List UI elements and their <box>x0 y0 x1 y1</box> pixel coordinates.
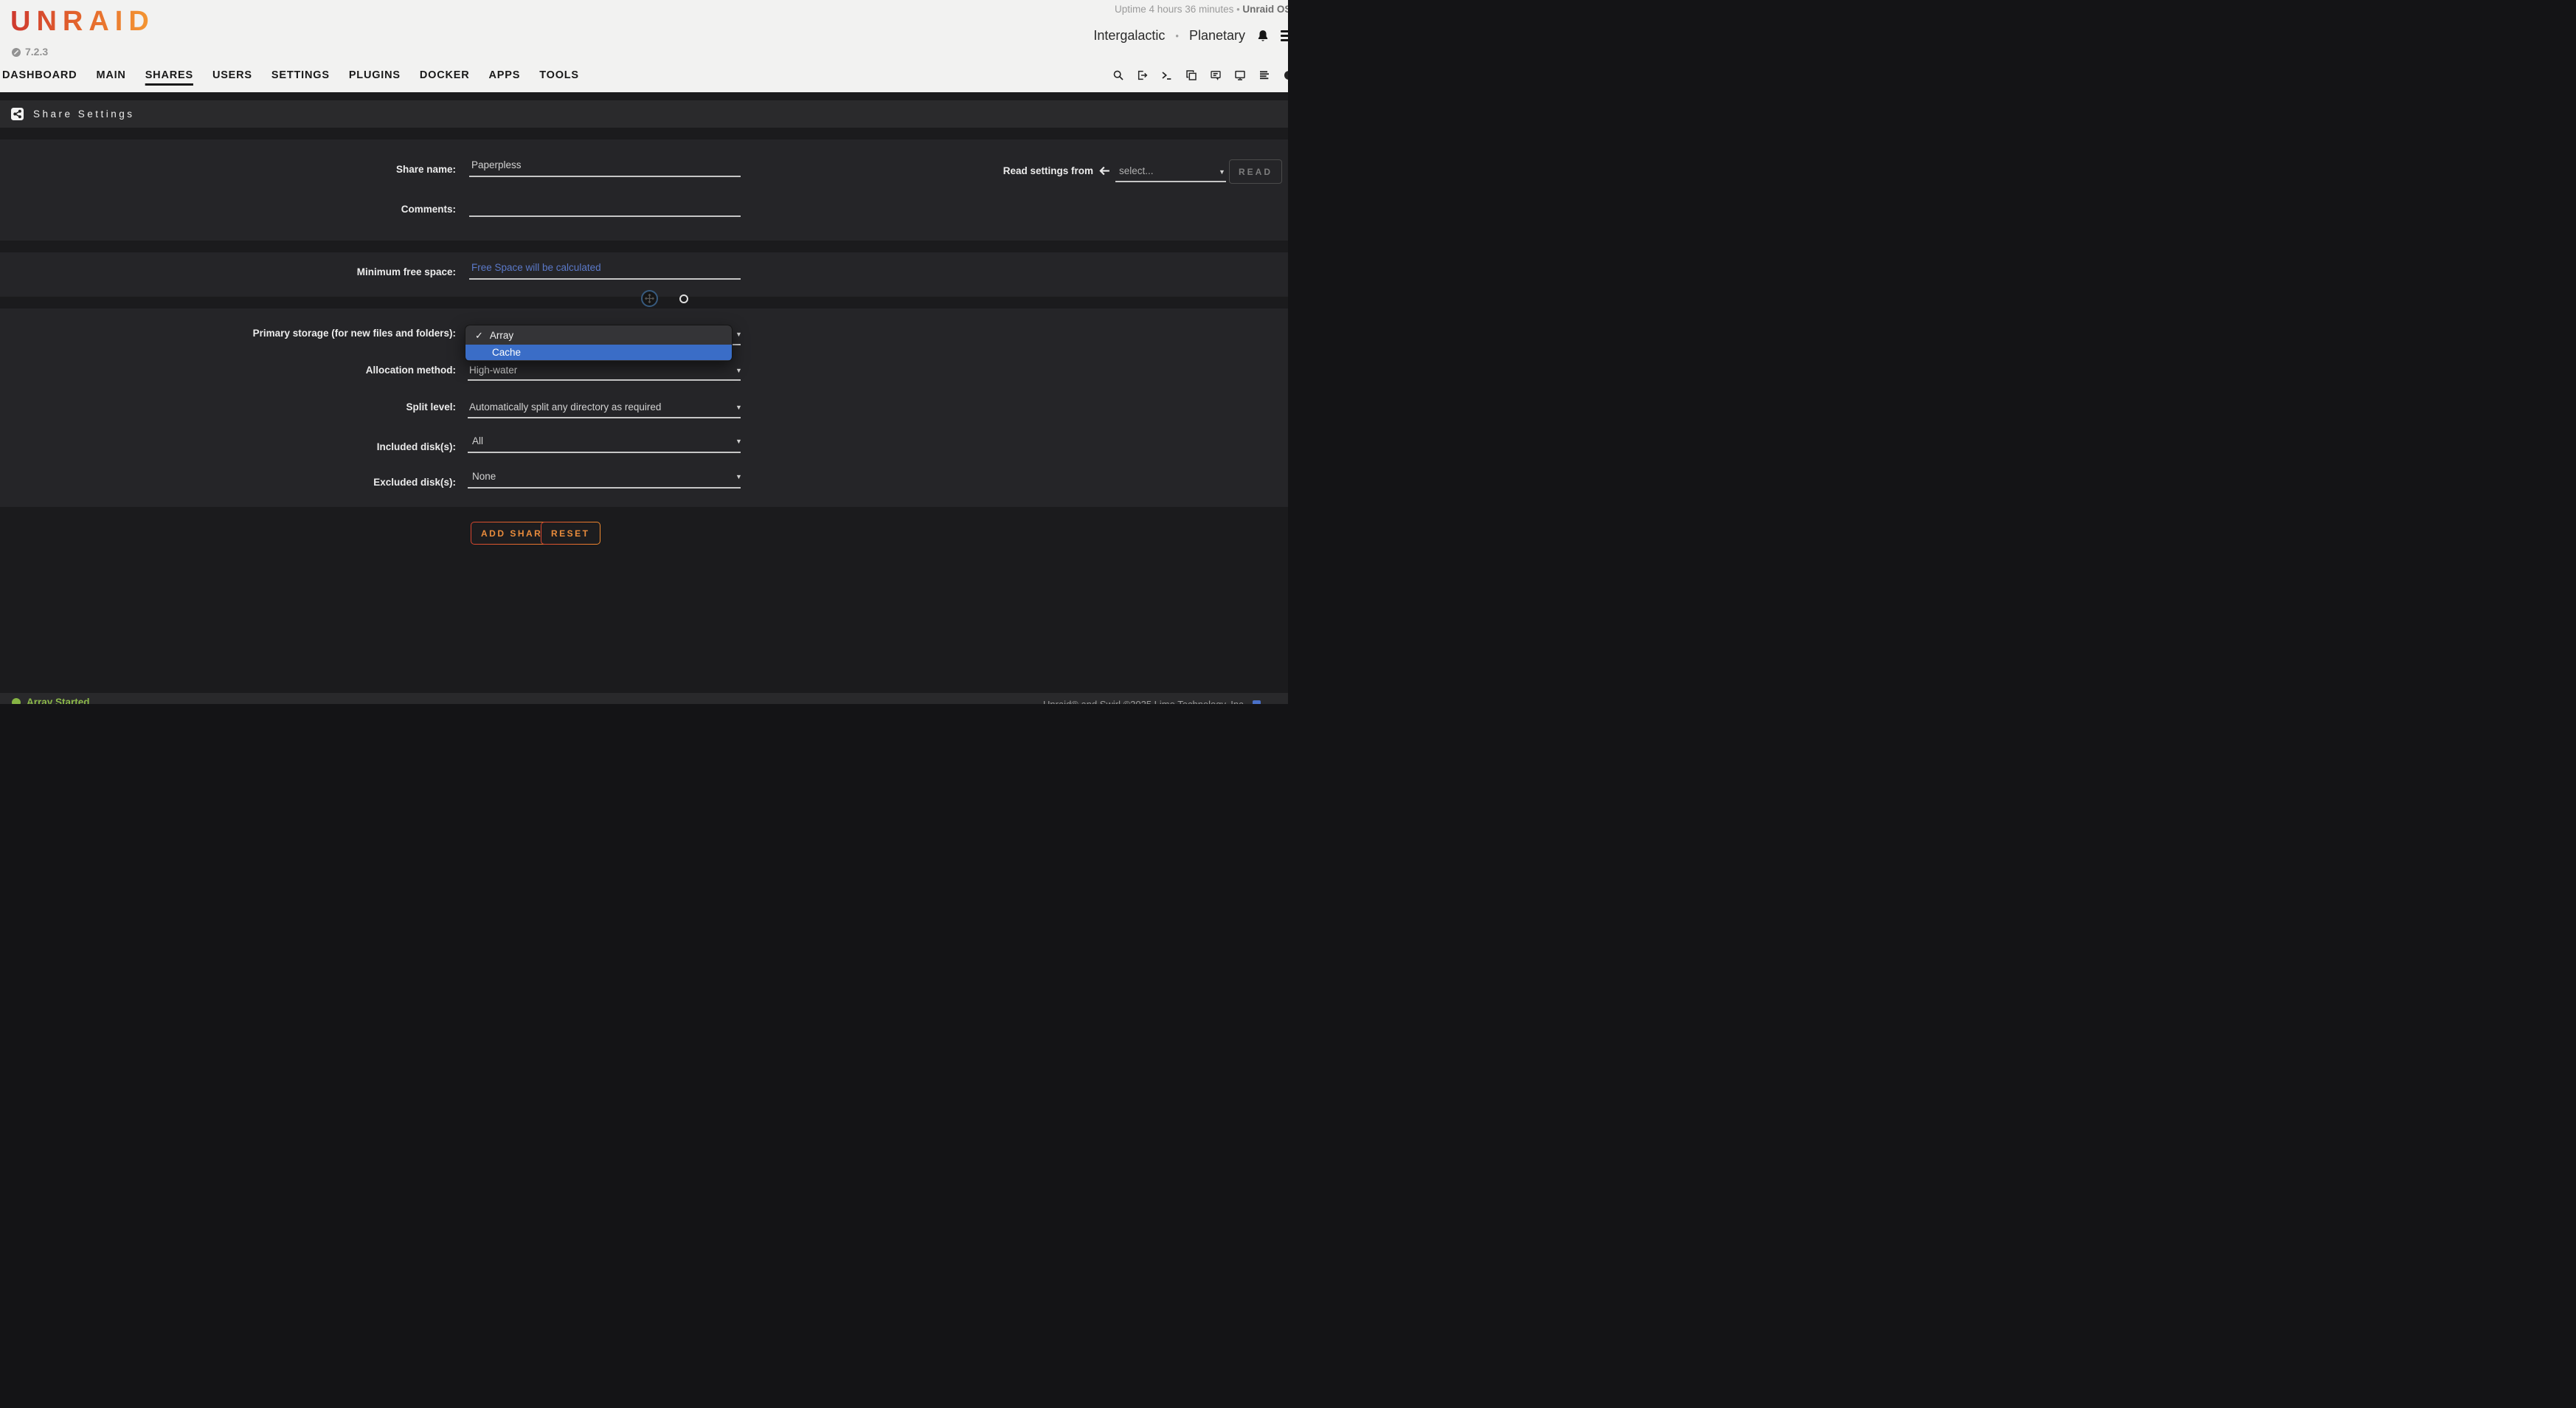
server-identity: Intergalactic • Planetary <box>1093 28 1288 44</box>
display-icon[interactable] <box>1234 69 1246 81</box>
uptime-separator: • <box>1236 4 1240 15</box>
move-cursor-icon <box>641 290 658 307</box>
nav-item-shares[interactable]: SHARES <box>145 69 193 81</box>
theme-icon[interactable] <box>1283 69 1288 81</box>
allocation-method-label: Allocation method: <box>0 365 456 376</box>
split-level-label: Split level: <box>0 401 456 413</box>
nav-item-main[interactable]: MAIN <box>96 69 125 81</box>
option-label: Array <box>490 330 513 341</box>
page-title-bar: Share Settings <box>0 100 1288 128</box>
notifications-bell-icon[interactable] <box>1256 29 1270 44</box>
excluded-disks-label: Excluded disk(s): <box>0 477 456 488</box>
excluded-disks-caret-icon[interactable]: ▼ <box>735 473 742 480</box>
arrow-left-icon <box>1098 165 1111 181</box>
nav-item-settings[interactable]: SETTINGS <box>271 69 330 81</box>
server-separator: • <box>1175 30 1179 41</box>
allocation-method-caret-icon[interactable]: ▼ <box>735 367 742 374</box>
included-disks-select[interactable]: All <box>472 435 483 446</box>
read-settings-select[interactable]: select... <box>1119 165 1154 176</box>
sign-out-icon[interactable] <box>1137 69 1149 81</box>
server-name: Intergalactic <box>1093 28 1165 44</box>
read-settings-caret-icon[interactable]: ▼ <box>1219 168 1225 176</box>
main-nav: DASHBOARD MAIN SHARES USERS SETTINGS PLU… <box>0 58 579 92</box>
nav-item-plugins[interactable]: PLUGINS <box>349 69 401 81</box>
min-free-space-input[interactable] <box>469 262 741 280</box>
included-disks-caret-icon[interactable]: ▼ <box>735 438 742 445</box>
top-header: UNRAID 7.2.3 Uptime 4 hours 36 minutes •… <box>0 0 1288 92</box>
nav-item-docker[interactable]: DOCKER <box>420 69 470 81</box>
comments-label: Comments: <box>0 204 456 215</box>
nav-item-apps[interactable]: APPS <box>489 69 521 81</box>
split-level-select[interactable]: Automatically split any directory as req… <box>469 401 661 413</box>
reset-button[interactable]: RESET <box>541 522 600 545</box>
copy-windows-icon[interactable] <box>1185 69 1197 81</box>
copyright-text: Unraid® and Swirl ©2025 Lime Technology,… <box>1043 699 1246 704</box>
footer-copyright: Unraid® and Swirl ©2025 Lime Technology,… <box>1043 699 1261 704</box>
allocation-method-select[interactable]: High-water <box>469 365 517 376</box>
included-disks-underline <box>468 452 741 453</box>
server-description: Planetary <box>1189 28 1245 44</box>
allocation-method-underline <box>468 379 741 381</box>
dropdown-option-cache[interactable]: Cache <box>465 345 732 360</box>
option-label: Cache <box>492 347 521 358</box>
uptime-status: Uptime 4 hours 36 minutes • Unraid OS St… <box>1115 4 1288 15</box>
primary-storage-caret-icon[interactable]: ▼ <box>735 331 742 338</box>
version-label: 7.2.3 <box>25 46 48 58</box>
min-free-space-label: Minimum free space: <box>0 266 456 277</box>
panel-identity <box>0 139 1288 241</box>
search-icon[interactable] <box>1112 69 1124 81</box>
primary-storage-label: Primary storage (for new files and folde… <box>0 328 456 339</box>
primary-storage-dropdown: ✓ Array Cache <box>465 325 733 362</box>
share-name-input[interactable] <box>469 159 741 177</box>
unraid-webgui: UNRAID 7.2.3 Uptime 4 hours 36 minutes •… <box>0 0 1288 704</box>
footer-link-icon[interactable] <box>1253 700 1261 704</box>
terminal-icon[interactable] <box>1161 69 1173 81</box>
split-level-caret-icon[interactable]: ▼ <box>735 404 742 411</box>
read-settings-label: Read settings from <box>981 165 1093 176</box>
version-dot-icon <box>12 47 21 56</box>
unraid-logo: UNRAID <box>10 6 155 38</box>
check-icon: ✓ <box>475 330 483 342</box>
comments-input[interactable] <box>469 199 741 217</box>
read-button[interactable]: READ <box>1229 159 1282 184</box>
excluded-disks-underline <box>468 487 741 489</box>
included-disks-label: Included disk(s): <box>0 441 456 452</box>
reset-button-label: RESET <box>541 522 600 544</box>
nav-item-users[interactable]: USERS <box>212 69 252 81</box>
nav-item-dashboard[interactable]: DASHBOARD <box>2 69 77 81</box>
array-status-text: Array Started <box>27 697 90 704</box>
feedback-icon[interactable] <box>1210 69 1222 81</box>
menu-hamburger-icon[interactable] <box>1281 30 1288 41</box>
nav-item-tools[interactable]: TOOLS <box>539 69 579 81</box>
read-settings-underline <box>1115 181 1226 182</box>
array-status: Array Started <box>12 697 90 704</box>
footer-bar: Array Started Unraid® and Swirl ©2025 Li… <box>0 693 1288 704</box>
share-settings-icon <box>11 108 24 120</box>
log-icon[interactable] <box>1258 69 1270 81</box>
excluded-disks-select[interactable]: None <box>472 471 496 482</box>
version-row: 7.2.3 <box>12 46 48 58</box>
share-name-label: Share name: <box>0 164 456 175</box>
circle-cursor-icon <box>679 294 688 303</box>
toolbar-icons <box>1112 58 1288 92</box>
split-level-underline <box>468 417 741 418</box>
uptime-text: Uptime 4 hours 36 minutes <box>1115 4 1233 15</box>
status-green-dot-icon <box>12 698 21 705</box>
dropdown-option-array[interactable]: ✓ Array <box>465 327 732 344</box>
os-edition: Unraid OS <box>1242 4 1288 15</box>
page-title: Share Settings <box>33 108 135 120</box>
